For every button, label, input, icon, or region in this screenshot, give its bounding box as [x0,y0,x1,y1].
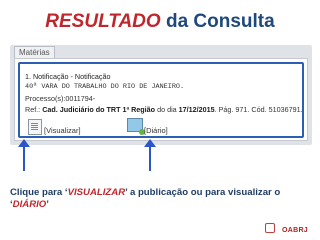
arrow-up-icon [144,139,156,171]
document-icon[interactable] [28,119,42,135]
reference-prefix: Ref.: [25,105,43,114]
diary-image-icon[interactable] [127,118,145,135]
diary-link[interactable]: [Diário] [144,126,168,136]
caption-part-3: ’ [46,199,49,210]
result-court: 40ª VARA DO TRABALHO DO RIO DE JANEIRO. [25,83,185,91]
view-link[interactable]: [Visualizar] [44,126,81,136]
reference-middle: do dia [155,105,179,114]
page-heading: RESULTADO da Consulta [0,10,320,34]
logo-mark [265,223,275,233]
result-title: 1. Notificação - Notificação [25,72,111,81]
caption-part-1: Clique para ‘ [10,187,68,198]
reference-date: 17/12/2015 [178,105,215,114]
result-actions: [Visualizar] [Diário] [15,117,307,139]
results-list: 1. Notificação - Notificação 40ª VARA DO… [14,58,308,141]
reference-suffix: . Pág. 971. Cód. 51036791. [214,105,303,114]
result-process: Processo(s):0011794- [25,94,96,103]
search-results-panel: Matérias 1. Notificação - Notificação 40… [10,45,312,145]
heading-highlight: RESULTADO [45,11,161,32]
arrow-up-icon [18,139,30,171]
instruction-caption: Clique para ‘VISUALIZAR’ a publicação ou… [10,187,316,211]
reference-source: Cad. Judiciário do TRT 1ª Região [42,105,156,114]
oabrj-logo: OABRJ [281,227,308,234]
caption-diary-word: DIÁRIO [12,199,47,210]
caption-view-word: VISUALIZAR [67,187,126,198]
result-reference: Ref.: Cad. Judiciário do TRT 1ª Região d… [25,105,303,114]
heading-rest: da Consulta [165,11,275,32]
